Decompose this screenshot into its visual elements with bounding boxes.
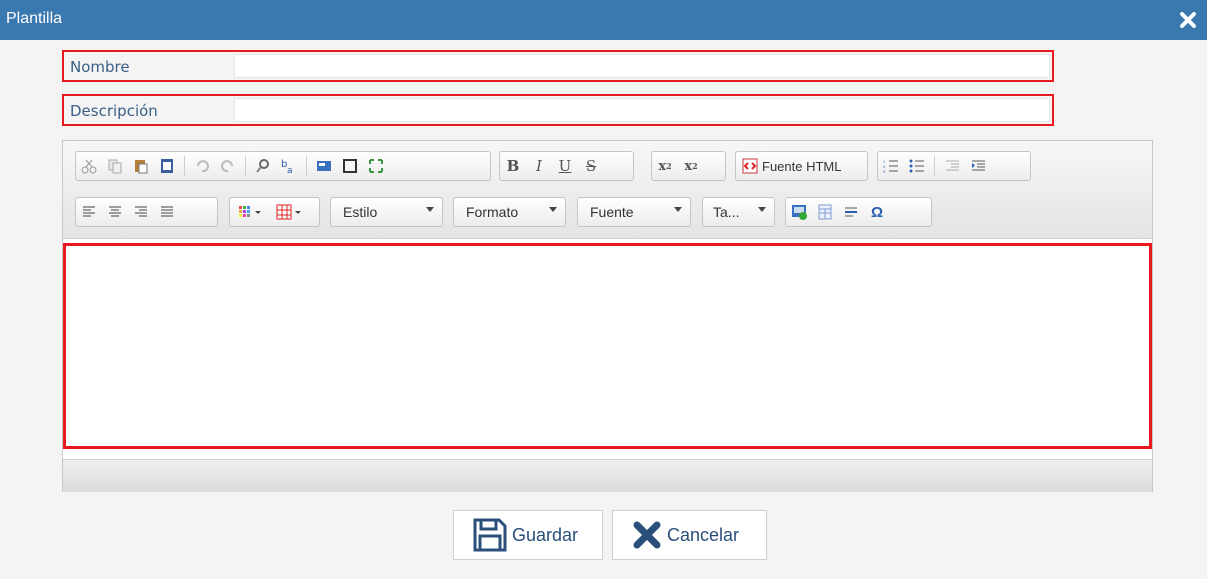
size-select[interactable]: Ta... xyxy=(702,197,775,227)
dialog-title: Plantilla xyxy=(6,10,63,27)
toolbar-group-source: Fuente HTML xyxy=(735,151,868,181)
dialog-titlebar: Plantilla xyxy=(0,0,1207,40)
editor-toolbar: ba B I U S x2 x2 Fuente HTML 123 Estilo … xyxy=(63,141,1152,239)
undo-icon[interactable] xyxy=(189,153,215,179)
cancel-button-label: Cancelar xyxy=(667,524,740,545)
indent-icon[interactable] xyxy=(965,153,991,179)
svg-text:a: a xyxy=(287,166,293,174)
find-icon[interactable] xyxy=(250,153,276,179)
select-all-icon[interactable] xyxy=(337,153,363,179)
superscript-icon[interactable]: x2 xyxy=(678,153,704,179)
editor-statusbar xyxy=(63,459,1152,492)
style-select[interactable]: Estilo xyxy=(330,197,443,227)
toolbar-group-color xyxy=(229,197,320,227)
chevron-down-icon xyxy=(426,207,434,212)
source-icon[interactable] xyxy=(742,158,758,174)
descripcion-input[interactable] xyxy=(234,98,1050,122)
toolbar-group-align xyxy=(75,197,218,227)
subscript-icon[interactable]: x2 xyxy=(652,153,678,179)
text-color-icon[interactable] xyxy=(234,199,272,225)
chevron-down-icon xyxy=(758,207,766,212)
format-select-value: Formato xyxy=(466,204,519,220)
bold-icon[interactable]: B xyxy=(500,153,526,179)
x-icon xyxy=(631,519,663,551)
horizontal-rule-icon[interactable] xyxy=(838,199,864,225)
special-character-icon[interactable]: Ω xyxy=(864,199,890,225)
toolbar-group-lists: 123 xyxy=(877,151,1031,181)
descripcion-label: Descripción xyxy=(70,102,158,120)
align-right-icon[interactable] xyxy=(128,199,154,225)
toolbar-separator xyxy=(184,156,185,176)
paste-word-icon[interactable] xyxy=(154,153,180,179)
nombre-input[interactable] xyxy=(234,54,1050,78)
editor-content-area[interactable] xyxy=(63,243,1152,449)
source-button-label[interactable]: Fuente HTML xyxy=(762,159,841,174)
strikethrough-icon[interactable]: S xyxy=(578,153,604,179)
paste-icon[interactable] xyxy=(128,153,154,179)
nombre-row: Nombre xyxy=(62,50,1054,82)
font-select[interactable]: Fuente xyxy=(577,197,691,227)
save-icon xyxy=(472,517,508,553)
bulleted-list-icon[interactable] xyxy=(904,153,930,179)
toolbar-separator xyxy=(306,156,307,176)
toolbar-group-scripts: x2 x2 xyxy=(651,151,726,181)
save-button-label: Guardar xyxy=(512,524,579,545)
align-justify-icon[interactable] xyxy=(154,199,180,225)
save-button[interactable]: Guardar xyxy=(453,510,603,560)
numbered-list-icon[interactable]: 123 xyxy=(878,153,904,179)
nombre-label: Nombre xyxy=(70,58,130,76)
svg-text:3: 3 xyxy=(883,169,886,174)
insert-table-icon[interactable] xyxy=(812,199,838,225)
toolbar-separator xyxy=(934,156,935,176)
font-select-value: Fuente xyxy=(590,204,634,220)
toolbar-group-clipboard: ba xyxy=(75,151,491,181)
replace-icon[interactable]: ba xyxy=(276,153,302,179)
chevron-down-icon xyxy=(674,207,682,212)
italic-icon[interactable]: I xyxy=(526,153,552,179)
copy-icon[interactable] xyxy=(102,153,128,179)
toolbar-group-insert: Ω xyxy=(785,197,932,227)
table-icon[interactable] xyxy=(272,199,310,225)
format-select[interactable]: Formato xyxy=(453,197,566,227)
align-center-icon[interactable] xyxy=(102,199,128,225)
close-icon[interactable] xyxy=(1177,9,1199,31)
outdent-icon[interactable] xyxy=(939,153,965,179)
maximize-icon[interactable] xyxy=(363,153,389,179)
toolbar-separator xyxy=(245,156,246,176)
align-left-icon[interactable] xyxy=(76,199,102,225)
style-select-value: Estilo xyxy=(343,204,378,220)
underline-icon[interactable]: U xyxy=(552,153,578,179)
insert-image-icon[interactable] xyxy=(786,199,812,225)
html-block-icon[interactable] xyxy=(311,153,337,179)
toolbar-group-basicstyles: B I U S xyxy=(499,151,634,181)
redo-icon[interactable] xyxy=(215,153,241,179)
rich-text-editor: ba B I U S x2 x2 Fuente HTML 123 Estilo … xyxy=(62,140,1153,492)
cancel-button[interactable]: Cancelar xyxy=(612,510,767,560)
descripcion-row: Descripción xyxy=(62,94,1054,126)
size-select-value: Ta... xyxy=(713,204,740,220)
chevron-down-icon xyxy=(549,207,557,212)
cut-icon[interactable] xyxy=(76,153,102,179)
